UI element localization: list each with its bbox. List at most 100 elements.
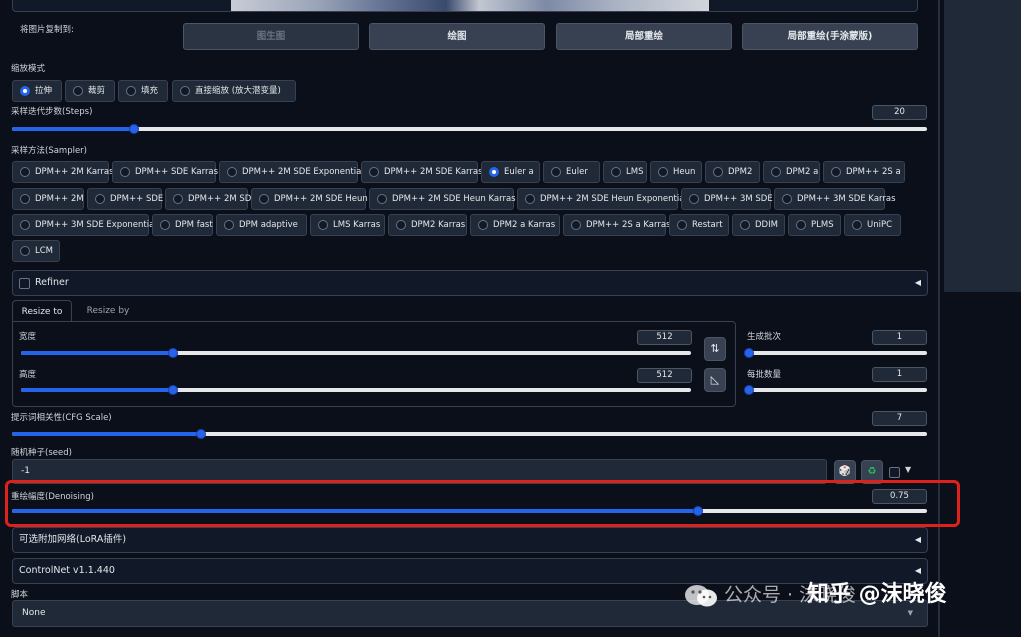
recycle-icon: ♻ xyxy=(867,466,877,477)
lora-accordion[interactable]: 可选附加网络(LoRA插件) ◀ xyxy=(12,527,928,553)
batch-size-slider[interactable] xyxy=(744,385,927,395)
caret-down-icon: ▼ xyxy=(905,465,912,474)
sampler-option[interactable]: Euler xyxy=(543,161,600,183)
lora-label: 可选附加网络(LoRA插件) xyxy=(19,534,127,545)
tab-resize-by[interactable]: Resize by xyxy=(78,300,138,322)
aspect-ratio-button[interactable]: ◺ xyxy=(704,368,726,392)
resize-mode-stretch[interactable]: 拉伸 xyxy=(12,80,62,102)
copy-to-sketch-button[interactable]: 绘图 xyxy=(369,23,545,50)
cfg-slider[interactable] xyxy=(12,429,927,439)
radio-icon xyxy=(20,220,30,230)
steps-label: 采样迭代步数(Steps) xyxy=(11,107,93,117)
sampler-option[interactable]: DPM adaptive xyxy=(216,214,307,236)
sampler-option[interactable]: LMS Karras xyxy=(310,214,385,236)
sampler-option[interactable]: DPM++ 2M SDE Karras xyxy=(361,161,483,183)
radio-icon xyxy=(831,167,841,177)
radio-icon xyxy=(771,167,781,177)
sampler-option[interactable]: Euler a xyxy=(481,161,540,183)
radio-icon xyxy=(478,220,488,230)
slider-handle[interactable] xyxy=(128,124,139,134)
cfg-number-input[interactable]: 7 xyxy=(872,411,927,426)
sampler-option[interactable]: DPM++ SDE xyxy=(87,188,163,210)
ratio-icon: ◺ xyxy=(710,373,720,386)
sampler-option[interactable]: PLMS xyxy=(788,214,841,236)
extra-seed-checkbox[interactable] xyxy=(889,467,900,478)
output-panel xyxy=(944,0,1021,292)
sampler-option[interactable]: LCM xyxy=(12,240,60,262)
radio-icon xyxy=(227,167,237,177)
controlnet-label: ControlNet v1.1.440 xyxy=(19,565,115,576)
radio-icon xyxy=(782,194,792,204)
collapse-arrow-icon: ◀ xyxy=(914,278,921,287)
slider-handle[interactable] xyxy=(196,429,207,439)
radio-icon xyxy=(95,194,105,204)
sampler-option[interactable]: UniPC xyxy=(844,214,901,236)
sampler-option[interactable]: DPM2 a Karras xyxy=(470,214,560,236)
sampler-option[interactable]: DPM fast xyxy=(152,214,213,236)
sampler-option[interactable]: DPM2 Karras xyxy=(388,214,467,236)
resize-mode-crop[interactable]: 裁剪 xyxy=(65,80,115,102)
height-number-input[interactable]: 512 xyxy=(637,368,692,383)
sampler-option[interactable]: DPM++ 2S a Karras xyxy=(563,214,670,236)
width-slider[interactable] xyxy=(21,348,691,358)
sampler-option[interactable]: DPM++ 2M Karras xyxy=(12,161,114,183)
copy-to-inpaint-button[interactable]: 局部重绘 xyxy=(556,23,732,50)
batch-count-number-input[interactable]: 1 xyxy=(872,330,927,345)
img2img-settings-panel: 将图片复制到: 图生图 绘图 局部重绘 局部重绘(手涂蒙版) 缩放模式 拉伸 裁… xyxy=(0,0,938,637)
tab-resize-to[interactable]: Resize to xyxy=(12,300,72,322)
batch-count-slider[interactable] xyxy=(744,348,927,358)
radio-icon xyxy=(369,167,379,177)
width-number-input[interactable]: 512 xyxy=(637,330,692,345)
refiner-accordion[interactable]: Refiner ◀ xyxy=(12,270,928,296)
radio-icon xyxy=(20,246,30,256)
resize-mode-latent-upscale[interactable]: 直接缩放 (放大潜变量) xyxy=(172,80,296,102)
batch-count-label: 生成批次 xyxy=(747,332,782,342)
slider-handle[interactable] xyxy=(744,348,754,358)
sampler-option[interactable]: DPM++ 2S a xyxy=(823,161,905,183)
batch-size-label: 每批数量 xyxy=(747,370,782,380)
width-label: 宽度 xyxy=(19,332,37,342)
collapse-arrow-icon: ◀ xyxy=(914,535,921,544)
radio-icon xyxy=(377,194,387,204)
steps-number-input[interactable]: 20 xyxy=(872,105,927,120)
resize-mode-label: 缩放模式 xyxy=(11,64,46,74)
sampler-option[interactable]: DPM2 xyxy=(705,161,760,183)
radio-icon xyxy=(396,220,406,230)
radio-icon xyxy=(259,194,269,204)
sampler-option[interactable]: DPM++ SDE Karras xyxy=(112,161,218,183)
sampler-option[interactable]: DPM++ 2M SDE xyxy=(165,188,257,210)
height-slider[interactable] xyxy=(21,385,691,395)
sampler-option[interactable]: DPM++ 2M SDE Exponential xyxy=(219,161,364,183)
batch-size-number-input[interactable]: 1 xyxy=(872,367,927,382)
radio-icon xyxy=(173,194,183,204)
copy-to-label: 将图片复制到: xyxy=(20,25,74,35)
sampler-option[interactable]: DPM++ 2M xyxy=(12,188,84,210)
sampler-option[interactable]: Restart xyxy=(669,214,729,236)
slider-handle[interactable] xyxy=(744,385,754,395)
radio-icon xyxy=(20,167,30,177)
radio-icon xyxy=(658,167,668,177)
cfg-label: 提示词相关性(CFG Scale) xyxy=(11,413,112,423)
radio-icon xyxy=(73,86,83,96)
sampler-option[interactable]: DPM++ 2M SDE Heun Karras xyxy=(369,188,516,210)
sampler-option[interactable]: DPM++ 3M SDE Karras xyxy=(774,188,896,210)
swap-dimensions-button[interactable]: ⇅ xyxy=(704,337,726,361)
height-label: 高度 xyxy=(19,370,37,380)
radio-icon xyxy=(551,167,561,177)
refiner-checkbox[interactable] xyxy=(19,278,30,289)
seed-label: 随机种子(seed) xyxy=(11,448,72,458)
sampler-option[interactable]: DPM++ 3M SDE Exponential xyxy=(12,214,157,236)
copy-to-inpaint-sketch-button[interactable]: 局部重绘(手涂蒙版) xyxy=(742,23,918,50)
copy-to-img2img-button[interactable]: 图生图 xyxy=(183,23,359,50)
sampler-option[interactable]: DPM++ 3M SDE xyxy=(681,188,773,210)
radio-icon xyxy=(713,167,723,177)
sampler-option[interactable]: Heun xyxy=(650,161,702,183)
sampler-option[interactable]: DPM++ 2M SDE Heun Exponential xyxy=(517,188,687,210)
steps-slider[interactable] xyxy=(12,124,927,134)
radio-icon xyxy=(852,220,862,230)
sampler-option[interactable]: DPM2 a xyxy=(763,161,820,183)
sampler-option[interactable]: LMS xyxy=(603,161,647,183)
sampler-option[interactable]: DDIM xyxy=(732,214,785,236)
resize-mode-fill[interactable]: 填充 xyxy=(118,80,168,102)
sampler-option[interactable]: DPM++ 2M SDE Heun xyxy=(251,188,368,210)
